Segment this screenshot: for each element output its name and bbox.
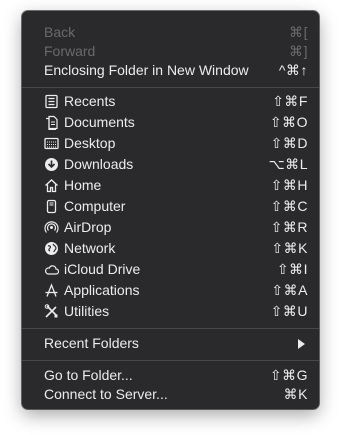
- menu-item-shortcut: ⇧⌘D: [270, 135, 308, 151]
- menu-separator: [22, 360, 319, 361]
- menu-item-label: Documents: [64, 114, 135, 130]
- menu-item-icloud-drive[interactable]: iCloud Drive ⇧⌘I: [22, 259, 319, 280]
- menu-item-shortcut: ⇧⌘A: [271, 282, 308, 298]
- menu-item-label: Desktop: [64, 135, 116, 151]
- menu-item-shortcut: ⇧⌘H: [270, 177, 308, 193]
- menu-item-label: Applications: [64, 282, 140, 298]
- recents-icon: [44, 94, 59, 109]
- menu-item-go-to-folder[interactable]: Go to Folder... ⇧⌘G: [22, 365, 319, 386]
- menu-item-label: Connect to Server...: [44, 386, 168, 402]
- menu-item-desktop[interactable]: Desktop ⇧⌘D: [22, 133, 319, 154]
- documents-icon: [44, 115, 59, 130]
- home-icon: [44, 178, 59, 193]
- menu-item-label: Utilities: [64, 303, 110, 319]
- menu-item-shortcut: ⇧⌘F: [272, 93, 308, 109]
- menu-item-label: Recents: [64, 93, 116, 109]
- menu-item-downloads[interactable]: Downloads ⌥⌘L: [22, 154, 319, 175]
- menu-item-shortcut: ⇧⌘R: [270, 219, 308, 235]
- menu-item-shortcut: ⌘K: [283, 386, 308, 402]
- menu-item-shortcut: ⇧⌘O: [269, 114, 308, 130]
- menu-item-shortcut: ⇧⌘K: [271, 240, 308, 256]
- menu-item-recents[interactable]: Recents ⇧⌘F: [22, 91, 319, 112]
- menu-item-network[interactable]: Network ⇧⌘K: [22, 238, 319, 259]
- menu-item-shortcut: ⌘]: [289, 43, 308, 59]
- go-menu: Back ⌘[ Forward ⌘] Enclosing Folder in N…: [22, 11, 319, 409]
- menu-item-label: Downloads: [64, 156, 134, 172]
- menu-item-shortcut: ⇧⌘G: [269, 367, 308, 383]
- submenu-arrow-icon: [298, 339, 305, 349]
- menu-item-label: Network: [64, 240, 116, 256]
- menu-separator: [22, 87, 319, 88]
- menu-item-forward[interactable]: Forward ⌘]: [22, 41, 319, 62]
- menu-item-utilities[interactable]: Utilities ⇧⌘U: [22, 301, 319, 322]
- menu-item-label: Forward: [44, 43, 96, 59]
- menu-item-label: Back: [44, 24, 76, 40]
- menu-item-connect-to-server[interactable]: Connect to Server... ⌘K: [22, 384, 319, 405]
- menu-item-recent-folders[interactable]: Recent Folders: [22, 333, 319, 354]
- desktop-icon: [44, 136, 59, 151]
- menu-item-documents[interactable]: Documents ⇧⌘O: [22, 112, 319, 133]
- utilities-icon: [44, 304, 59, 319]
- menu-item-label: Home: [64, 177, 102, 193]
- menu-item-label: Go to Folder...: [44, 367, 133, 383]
- menu-item-back[interactable]: Back ⌘[: [22, 22, 319, 43]
- menu-item-enclosing-folder[interactable]: Enclosing Folder in New Window ^⌘↑: [22, 60, 319, 81]
- computer-icon: [44, 199, 59, 214]
- menu-item-label: Computer: [64, 198, 126, 214]
- menu-item-shortcut: ⇧⌘U: [270, 303, 308, 319]
- menu-item-shortcut: ⌘[: [289, 24, 308, 40]
- menu-item-shortcut: ⌥⌘L: [268, 156, 308, 172]
- menu-item-airdrop[interactable]: AirDrop ⇧⌘R: [22, 217, 319, 238]
- menu-item-label: iCloud Drive: [64, 261, 141, 277]
- menu-item-label: Recent Folders: [44, 335, 139, 351]
- menu-separator: [22, 328, 319, 329]
- icloud-icon: [44, 262, 59, 277]
- downloads-icon: [44, 157, 59, 172]
- menu-item-shortcut: ⇧⌘I: [276, 261, 308, 277]
- airdrop-icon: [44, 220, 59, 235]
- menu-item-shortcut: ^⌘↑: [278, 62, 308, 78]
- menu-item-computer[interactable]: Computer ⇧⌘C: [22, 196, 319, 217]
- menu-item-label: AirDrop: [64, 219, 112, 235]
- applications-icon: [44, 283, 59, 298]
- network-icon: [44, 241, 59, 256]
- menu-item-home[interactable]: Home ⇧⌘H: [22, 175, 319, 196]
- menu-item-applications[interactable]: Applications ⇧⌘A: [22, 280, 319, 301]
- menu-item-label: Enclosing Folder in New Window: [44, 62, 249, 78]
- menu-item-shortcut: ⇧⌘C: [270, 198, 308, 214]
